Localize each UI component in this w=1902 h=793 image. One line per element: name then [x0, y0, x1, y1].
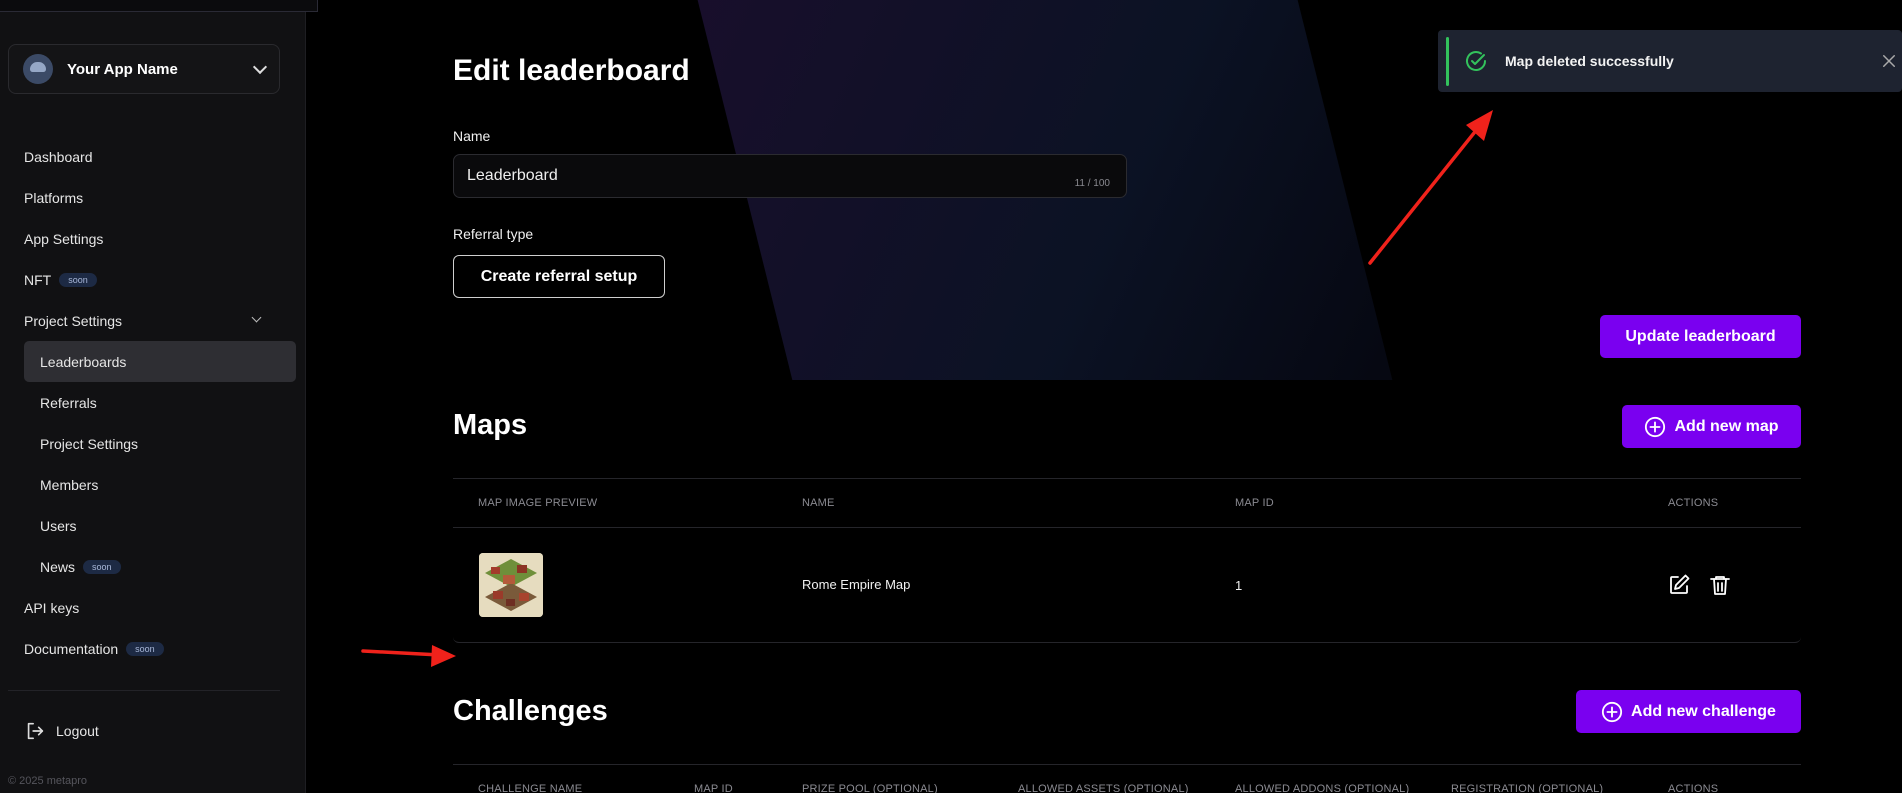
char-counter: 11 / 100: [1074, 178, 1110, 189]
create-referral-setup-button[interactable]: Create referral setup: [453, 255, 665, 298]
challenges-table: CHALLENGE NAME MAP ID PRIZE POOL (OPTION…: [453, 764, 1801, 793]
edit-icon[interactable]: [1667, 573, 1691, 597]
column-header: MAP IMAGE PREVIEW: [478, 497, 598, 509]
challenges-title: Challenges: [453, 695, 608, 727]
column-header: ALLOWED ASSETS (OPTIONAL): [1018, 783, 1189, 793]
sidebar-item-referrals[interactable]: Referrals: [0, 382, 306, 423]
sidebar-item-label: Documentation: [24, 640, 119, 657]
sidebar-item-api-keys[interactable]: API keys: [0, 587, 306, 628]
map-name-cell: Rome Empire Map: [802, 577, 911, 592]
sidebar-item-label: Platforms: [24, 189, 84, 206]
sidebar-item-dashboard[interactable]: Dashboard: [0, 136, 306, 177]
add-new-challenge-label: Add new challenge: [1631, 702, 1776, 720]
sidebar-item-label: NFT: [24, 271, 52, 288]
sidebar-item-users[interactable]: Users: [0, 505, 306, 546]
column-header: MAP ID: [1235, 497, 1274, 509]
name-field[interactable]: 11 / 100: [453, 154, 1127, 198]
sidebar-top-edge: [0, 0, 318, 12]
sidebar-item-app-settings[interactable]: App Settings: [0, 218, 306, 259]
column-header: ALLOWED ADDONS (OPTIONAL): [1235, 783, 1410, 793]
column-header: ACTIONS: [1668, 497, 1719, 509]
divider: [8, 690, 280, 691]
logout-label: Logout: [56, 723, 99, 739]
name-input[interactable]: [467, 167, 1113, 185]
close-icon[interactable]: [1880, 52, 1898, 70]
toast-message: Map deleted successfully: [1505, 53, 1674, 69]
name-label: Name: [453, 128, 491, 144]
sidebar-item-documentation[interactable]: Documentation soon: [0, 628, 306, 669]
sidebar-item-leaderboards[interactable]: Leaderboards: [24, 341, 296, 382]
soon-badge: soon: [59, 272, 97, 287]
sidebar-item-label: App Settings: [24, 230, 104, 247]
chevron-down-icon: [251, 312, 262, 323]
sidebar-item-label: Users: [40, 517, 77, 534]
logout-button[interactable]: Logout: [24, 720, 99, 742]
map-id-cell: 1: [1235, 578, 1243, 593]
add-new-challenge-button[interactable]: Add new challenge: [1576, 690, 1801, 733]
update-leaderboard-button[interactable]: Update leaderboard: [1600, 315, 1801, 358]
column-header: PRIZE POOL (OPTIONAL): [802, 783, 938, 793]
sidebar-item-nft[interactable]: NFT soon: [0, 259, 306, 300]
table-header: MAP IMAGE PREVIEW NAME MAP ID ACTIONS: [453, 478, 1801, 528]
referral-type-label: Referral type: [453, 226, 534, 242]
sidebar-item-label: Project Settings: [40, 435, 139, 452]
chevron-down-icon: [252, 59, 268, 74]
sidebar-item-label: Leaderboards: [40, 353, 127, 370]
add-new-map-button[interactable]: Add new map: [1622, 405, 1801, 448]
annotation-arrow-icon: [1368, 110, 1493, 265]
app-switcher[interactable]: Your App Name: [8, 44, 280, 94]
trash-icon[interactable]: [1708, 573, 1732, 597]
sidebar: Your App Name Dashboard Platforms App Se…: [0, 0, 318, 793]
app-logo-icon: [23, 54, 53, 84]
sidebar-item-project-settings-sub[interactable]: Project Settings: [0, 423, 306, 464]
copyright: © 2025 metapro: [8, 775, 88, 787]
column-header: MAP ID: [694, 783, 733, 793]
maps-table: MAP IMAGE PREVIEW NAME MAP ID ACTIONS Ro…: [453, 478, 1801, 643]
sidebar-item-label: Project Settings: [24, 312, 123, 329]
page-title: Edit leaderboard: [453, 54, 690, 87]
table-row: Rome Empire Map 1: [453, 528, 1801, 643]
plus-circle-icon: [1645, 416, 1666, 437]
column-header: ACTIONS: [1668, 783, 1719, 793]
soon-badge: soon: [126, 641, 164, 656]
sidebar-item-label: Referrals: [40, 394, 97, 411]
table-header: CHALLENGE NAME MAP ID PRIZE POOL (OPTION…: [453, 764, 1801, 793]
check-circle-icon: [1466, 51, 1486, 71]
sidebar-nav: Dashboard Platforms App Settings NFT soon…: [0, 136, 306, 669]
toast-accent-bar: [1446, 37, 1449, 86]
sidebar-item-platforms[interactable]: Platforms: [0, 177, 306, 218]
add-new-map-label: Add new map: [1674, 417, 1779, 435]
sidebar-item-label: Dashboard: [24, 148, 93, 165]
success-toast: Map deleted successfully: [1438, 30, 1902, 92]
soon-badge: soon: [83, 559, 121, 574]
sidebar-item-project-settings[interactable]: Project Settings: [0, 300, 306, 341]
column-header: REGISTRATION (OPTIONAL): [1451, 783, 1604, 793]
sidebar-item-label: Members: [40, 476, 99, 493]
logout-icon: [27, 722, 44, 740]
annotation-arrow-icon: [361, 645, 456, 667]
sidebar-item-members[interactable]: Members: [0, 464, 306, 505]
column-header: NAME: [802, 497, 835, 509]
plus-circle-icon: [1601, 701, 1623, 722]
map-image-preview: [479, 553, 543, 617]
sidebar-item-news[interactable]: News soon: [0, 546, 306, 587]
maps-title: Maps: [453, 409, 528, 441]
sidebar-item-label: API keys: [24, 599, 80, 616]
app-name: Your App Name: [67, 60, 178, 78]
sidebar-item-label: News: [40, 558, 76, 575]
column-header: CHALLENGE NAME: [478, 783, 583, 793]
